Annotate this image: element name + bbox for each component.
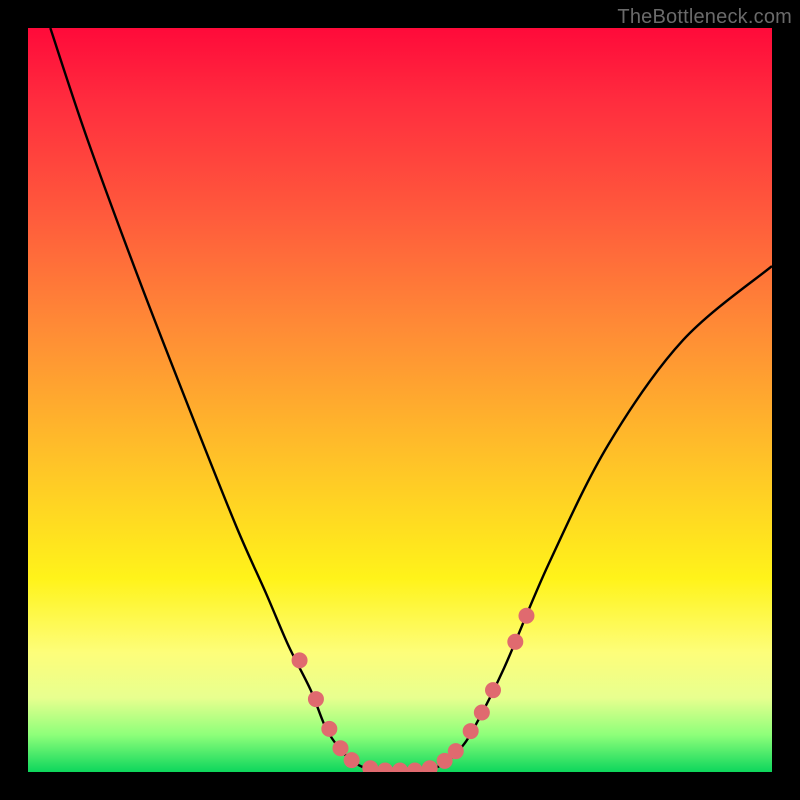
chart-marker — [377, 763, 393, 772]
chart-marker — [507, 634, 523, 650]
chart-marker — [292, 652, 308, 668]
chart-curve — [50, 28, 772, 772]
chart-marker — [308, 691, 324, 707]
chart-marker — [463, 723, 479, 739]
chart-marker — [392, 763, 408, 772]
chart-marker — [474, 704, 490, 720]
chart-marker — [485, 682, 501, 698]
chart-marker — [518, 608, 534, 624]
chart-plot — [28, 28, 772, 772]
chart-marker — [407, 763, 423, 772]
watermark-text: TheBottleneck.com — [617, 6, 792, 29]
chart-marker — [321, 721, 337, 737]
chart-marker — [362, 760, 378, 772]
chart-marker — [332, 740, 348, 756]
chart-marker — [422, 760, 438, 772]
chart-markers — [292, 608, 535, 772]
chart-marker — [344, 752, 360, 768]
chart-marker — [448, 743, 464, 759]
